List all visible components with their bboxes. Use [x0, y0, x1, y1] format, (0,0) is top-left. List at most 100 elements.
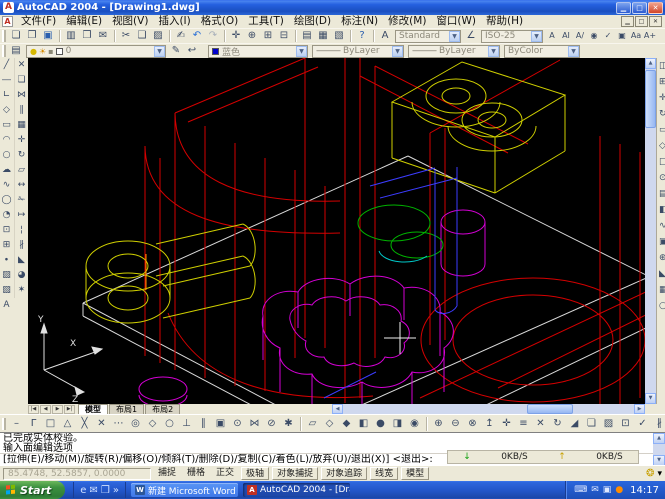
line-icon[interactable]: ╱ [0, 58, 13, 73]
make-object-layer-current-icon[interactable]: ✎ [168, 44, 184, 58]
insert-block-icon[interactable]: ⊡ [0, 223, 13, 238]
layer-previous-icon[interactable]: ↩ [184, 44, 200, 58]
chevron-icon[interactable]: » [113, 485, 119, 496]
dock-icon-9[interactable]: ▤ [657, 186, 665, 202]
task-word[interactable]: W 新建 Microsoft Word ... [131, 483, 238, 497]
toggle-ortho[interactable]: 正交 [212, 467, 238, 480]
titlebar[interactable]: A AutoCAD 2004 - [Drawing1.dwg] ▁ □ ✕ [0, 0, 665, 15]
move-faces-icon[interactable]: ✛ [498, 416, 515, 432]
break-at-point-icon[interactable]: ¦ [15, 223, 28, 238]
dock-icon-8[interactable]: ⊙ [657, 170, 665, 186]
dock-icon-16[interactable]: ○ [657, 298, 665, 314]
publish-icon[interactable]: ✉ [95, 29, 111, 43]
lineweight-combo[interactable]: ——— ByLayer ▼ [408, 45, 500, 58]
snap-insert-icon[interactable]: ▣ [212, 416, 229, 432]
edit-text-icon[interactable]: A/ [573, 29, 587, 43]
coordinate-display[interactable]: 85.4748, 52.5857, 0.0000 [3, 468, 151, 480]
undo-icon[interactable]: ↶ [189, 29, 205, 43]
wireframe-3d-icon[interactable]: ◇ [321, 416, 338, 432]
mail-icon[interactable]: ✉ [89, 485, 97, 496]
toggle-lwt[interactable]: 线宽 [370, 467, 398, 480]
redo-icon[interactable]: ↷ [205, 29, 221, 43]
dim-style-combo[interactable]: ISO-25 ▼ [481, 30, 543, 43]
dock-icon-1[interactable]: ◫ [657, 58, 665, 74]
color-faces-icon[interactable]: ▨ [600, 416, 617, 432]
flat-shaded-icon[interactable]: ◧ [355, 416, 372, 432]
snap-perpendicular-icon[interactable]: ⊥ [178, 416, 195, 432]
polyline-icon[interactable]: ∟ [0, 88, 13, 103]
combo-arrow-icon[interactable]: ▼ [392, 46, 403, 57]
offset-faces-icon[interactable]: ≡ [515, 416, 532, 432]
mtext-icon[interactable]: A [545, 29, 559, 43]
drawing-file-icon[interactable]: A [2, 16, 13, 27]
menu-tools[interactable]: 工具(T) [243, 15, 289, 27]
paste-icon[interactable]: ▨ [150, 29, 166, 43]
snap-extension-icon[interactable]: ⋯ [110, 416, 127, 432]
fillet-icon[interactable]: ◕ [15, 268, 28, 283]
menu-view[interactable]: 视图(V) [107, 15, 153, 27]
dock-icon-5[interactable]: ▭ [657, 122, 665, 138]
region-icon[interactable]: ▧ [0, 283, 13, 298]
horizontal-scroll-thumb[interactable] [527, 404, 573, 414]
layer-manager-icon[interactable]: ▤ [8, 44, 24, 58]
properties-icon[interactable]: ▤ [299, 29, 315, 43]
communication-center-icon[interactable]: ❂ [646, 468, 654, 479]
menu-window[interactable]: 窗口(W) [431, 15, 481, 27]
trim-icon[interactable]: ✁ [15, 193, 28, 208]
menu-dimension[interactable]: 标注(N) [336, 15, 383, 27]
tab-layout2[interactable]: 布局2 [145, 404, 180, 414]
revcloud-icon[interactable]: ☁ [0, 163, 13, 178]
snap-quadrant-icon[interactable]: ◇ [144, 416, 161, 432]
ellipse-arc-icon[interactable]: ◔ [0, 208, 13, 223]
scroll-right-icon[interactable]: ▶ [634, 404, 645, 414]
designcenter-icon[interactable]: ▦ [315, 29, 331, 43]
close-button[interactable]: ✕ [648, 2, 663, 14]
keyboard-icon[interactable]: ⌨ [574, 485, 587, 495]
toggle-model[interactable]: 模型 [401, 467, 429, 480]
combo-arrow-icon[interactable]: ▼ [488, 46, 499, 57]
menu-file[interactable]: 文件(F) [16, 15, 61, 27]
arc-icon[interactable]: ◠ [0, 133, 13, 148]
toolbar-grip[interactable] [2, 45, 6, 57]
toggle-otrack[interactable]: 对象追踪 [321, 467, 367, 480]
scroll-left-icon[interactable]: ◀ [332, 404, 343, 414]
combo-arrow-icon[interactable]: ▼ [154, 46, 165, 57]
start-button[interactable]: Start [0, 481, 65, 499]
scale-icon[interactable]: ▱ [15, 163, 28, 178]
display-icon[interactable]: ▣ [603, 485, 612, 495]
task-autocad[interactable]: A AutoCAD 2004 - [Dra... [243, 483, 350, 497]
mtext-draw-icon[interactable]: A [0, 298, 13, 313]
dim-style-icon[interactable]: ∠ [463, 29, 479, 43]
horizontal-scrollbar[interactable]: ◀ ▶ [332, 404, 645, 414]
stretch-icon[interactable]: ↔ [15, 178, 28, 193]
text-style-icon[interactable]: A [377, 29, 393, 43]
menu-modify[interactable]: 修改(M) [383, 15, 431, 27]
toggle-grid[interactable]: 栅格 [183, 467, 209, 480]
clean-icon[interactable]: ✓ [634, 416, 651, 432]
scale-text-icon[interactable]: Aa [629, 29, 643, 43]
move-icon[interactable]: ✛ [15, 133, 28, 148]
snap-parallel-icon[interactable]: ∥ [195, 416, 212, 432]
snap-node-icon[interactable]: ⊙ [229, 416, 246, 432]
polygon-icon[interactable]: ◇ [0, 103, 13, 118]
ie-icon[interactable]: e [80, 485, 86, 496]
hidden-icon[interactable]: ◆ [338, 416, 355, 432]
wireframe-magenta-pocket[interactable] [139, 210, 485, 404]
menu-draw[interactable]: 绘图(D) [289, 15, 336, 27]
tab-layout1[interactable]: 布局1 [109, 404, 144, 414]
rectangle-icon[interactable]: ▭ [0, 118, 13, 133]
messenger-icon[interactable]: ✉ [591, 485, 599, 495]
plot-preview-icon[interactable]: ❒ [79, 29, 95, 43]
combo-arrow-icon[interactable]: ▼ [449, 31, 460, 42]
gouraud-edges-icon[interactable]: ◉ [406, 416, 423, 432]
mirror-icon[interactable]: ⋈ [15, 88, 28, 103]
open-icon[interactable]: ❐ [24, 29, 40, 43]
tab-prev-button[interactable]: ◀ [40, 405, 51, 414]
zoom-previous-icon[interactable]: ⊟ [276, 29, 292, 43]
subtract-icon[interactable]: ⊖ [447, 416, 464, 432]
flat-edges-icon[interactable]: ◨ [389, 416, 406, 432]
linetype-combo[interactable]: ——— ByLayer ▼ [312, 45, 404, 58]
toolbar-grip[interactable] [2, 30, 6, 42]
wireframe-blue-box[interactable] [324, 167, 457, 398]
help-icon[interactable]: ? [354, 29, 370, 43]
